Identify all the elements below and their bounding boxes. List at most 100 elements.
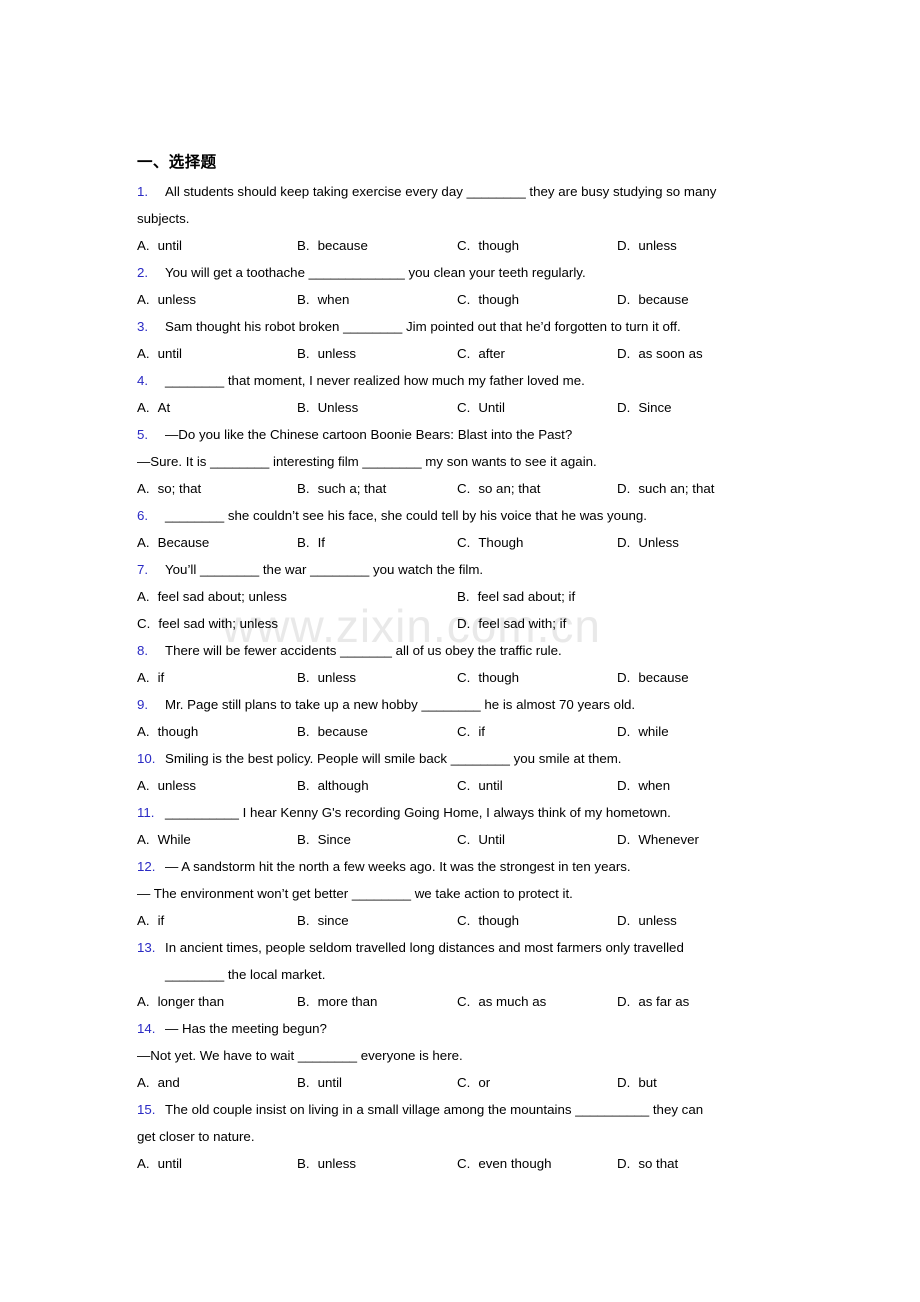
option-text: because [638, 292, 689, 307]
option-choice-a[interactable]: A. Because [137, 529, 297, 556]
option-choice-c[interactable]: C. though [457, 286, 617, 313]
option-choice-b[interactable]: B. feel sad about; if [457, 583, 777, 610]
question-number: 13. [137, 940, 156, 955]
question-number: 1. [137, 184, 149, 199]
option-text: feel sad with; unless [158, 616, 279, 631]
option-choice-c[interactable]: C. after [457, 340, 617, 367]
option-choice-b[interactable]: B. because [297, 718, 457, 745]
option-row: A. and B. until C. or D. but [137, 1069, 797, 1096]
option-choice-c[interactable]: C. even though [457, 1150, 617, 1177]
option-text: unless [317, 1156, 357, 1171]
question-number: 8. [137, 643, 149, 658]
option-choice-d[interactable]: D. while [617, 718, 777, 745]
option-choice-d[interactable]: D. Unless [617, 529, 777, 556]
question-stem: 5. —Do you like the Chinese cartoon Booni… [137, 421, 797, 448]
question-number: 3. [137, 319, 149, 334]
question-number: 12. [137, 859, 156, 874]
option-text: unless [157, 778, 197, 793]
question-block: 12. — A sandstorm hit the north a few wee… [137, 853, 797, 934]
option-letter: D. [617, 481, 631, 496]
option-choice-b[interactable]: B. unless [297, 664, 457, 691]
option-choice-c[interactable]: C. though [457, 907, 617, 934]
option-text: so; that [157, 481, 202, 496]
option-choice-c[interactable]: C. so an; that [457, 475, 617, 502]
option-letter: A. [137, 535, 150, 550]
option-choice-d[interactable]: D. because [617, 286, 777, 313]
option-letter: A. [137, 724, 150, 739]
option-choice-d[interactable]: D. when [617, 772, 777, 799]
option-choice-a[interactable]: A. unless [137, 286, 297, 313]
option-choice-d[interactable]: D. as soon as [617, 340, 777, 367]
option-choice-a[interactable]: A. so; that [137, 475, 297, 502]
option-choice-b[interactable]: B. until [297, 1069, 457, 1096]
worksheet-content: 一、选择题 1. All students should keep taking … [137, 152, 797, 1177]
option-choice-a[interactable]: A. feel sad about; unless [137, 583, 457, 610]
option-choice-a[interactable]: A. At [137, 394, 297, 421]
option-choice-a[interactable]: A. until [137, 1150, 297, 1177]
question-block: 3. Sam thought his robot broken ________ … [137, 313, 797, 367]
option-letter: B. [297, 778, 310, 793]
option-choice-a[interactable]: A. if [137, 664, 297, 691]
option-choice-d[interactable]: D. Whenever [617, 826, 777, 853]
option-choice-d[interactable]: D. so that [617, 1150, 777, 1177]
option-choice-d[interactable]: D. such an; that [617, 475, 777, 502]
option-text: or [478, 1075, 491, 1090]
option-choice-a[interactable]: A. until [137, 340, 297, 367]
option-choice-b[interactable]: B. Unless [297, 394, 457, 421]
option-choice-d[interactable]: D. Since [617, 394, 777, 421]
option-choice-a[interactable]: A. though [137, 718, 297, 745]
option-choice-c[interactable]: C. or [457, 1069, 617, 1096]
option-choice-c[interactable]: C. Though [457, 529, 617, 556]
option-text: Unless [317, 400, 359, 415]
option-choice-c[interactable]: C. though [457, 664, 617, 691]
option-choice-d[interactable]: D. unless [617, 232, 777, 259]
option-letter: D. [617, 400, 631, 415]
option-choice-c[interactable]: C. feel sad with; unless [137, 610, 457, 637]
question-stem-continuation: get closer to nature. [137, 1129, 255, 1144]
question-number: 4. [137, 373, 149, 388]
option-choice-a[interactable]: A. and [137, 1069, 297, 1096]
option-choice-b[interactable]: B. although [297, 772, 457, 799]
option-choice-c[interactable]: C. Until [457, 826, 617, 853]
question-block: 10. Smiling is the best policy. People wi… [137, 745, 797, 799]
option-choice-d[interactable]: D. feel sad with; if [457, 610, 777, 637]
option-choice-b[interactable]: B. more than [297, 988, 457, 1015]
option-letter: A. [137, 778, 150, 793]
option-choice-a[interactable]: A. longer than [137, 988, 297, 1015]
question-stem-text: __________ I hear Kenny G's recording Go… [165, 805, 671, 820]
option-text: Until [478, 832, 505, 847]
option-choice-a[interactable]: A. While [137, 826, 297, 853]
option-choice-b[interactable]: B. since [297, 907, 457, 934]
option-choice-b[interactable]: B. If [297, 529, 457, 556]
option-letter: A. [137, 346, 150, 361]
option-choice-d[interactable]: D. unless [617, 907, 777, 934]
option-text: Because [157, 535, 210, 550]
option-choice-b[interactable]: B. unless [297, 1150, 457, 1177]
option-choice-d[interactable]: D. because [617, 664, 777, 691]
question-stem-text: The old couple insist on living in a sma… [165, 1102, 704, 1117]
option-choice-b[interactable]: B. unless [297, 340, 457, 367]
question-list: 1. All students should keep taking exerci… [137, 178, 797, 1177]
option-text: until [478, 778, 503, 793]
option-choice-c[interactable]: C. though [457, 232, 617, 259]
option-choice-c[interactable]: C. as much as [457, 988, 617, 1015]
option-text: until [157, 238, 182, 253]
option-choice-b[interactable]: B. such a; that [297, 475, 457, 502]
option-text: until [157, 346, 182, 361]
option-choice-b[interactable]: B. because [297, 232, 457, 259]
option-letter: B. [297, 238, 310, 253]
option-letter: D. [617, 994, 631, 1009]
option-choice-d[interactable]: D. as far as [617, 988, 777, 1015]
option-choice-b[interactable]: B. when [297, 286, 457, 313]
option-text: feel sad about; if [477, 589, 576, 604]
option-choice-a[interactable]: A. until [137, 232, 297, 259]
question-stem-text: — A sandstorm hit the north a few weeks … [165, 859, 631, 874]
option-choice-c[interactable]: C. until [457, 772, 617, 799]
option-choice-a[interactable]: A. unless [137, 772, 297, 799]
option-choice-c[interactable]: C. Until [457, 394, 617, 421]
option-choice-b[interactable]: B. Since [297, 826, 457, 853]
option-letter: B. [297, 670, 310, 685]
option-choice-d[interactable]: D. but [617, 1069, 777, 1096]
option-choice-c[interactable]: C. if [457, 718, 617, 745]
option-choice-a[interactable]: A. if [137, 907, 297, 934]
